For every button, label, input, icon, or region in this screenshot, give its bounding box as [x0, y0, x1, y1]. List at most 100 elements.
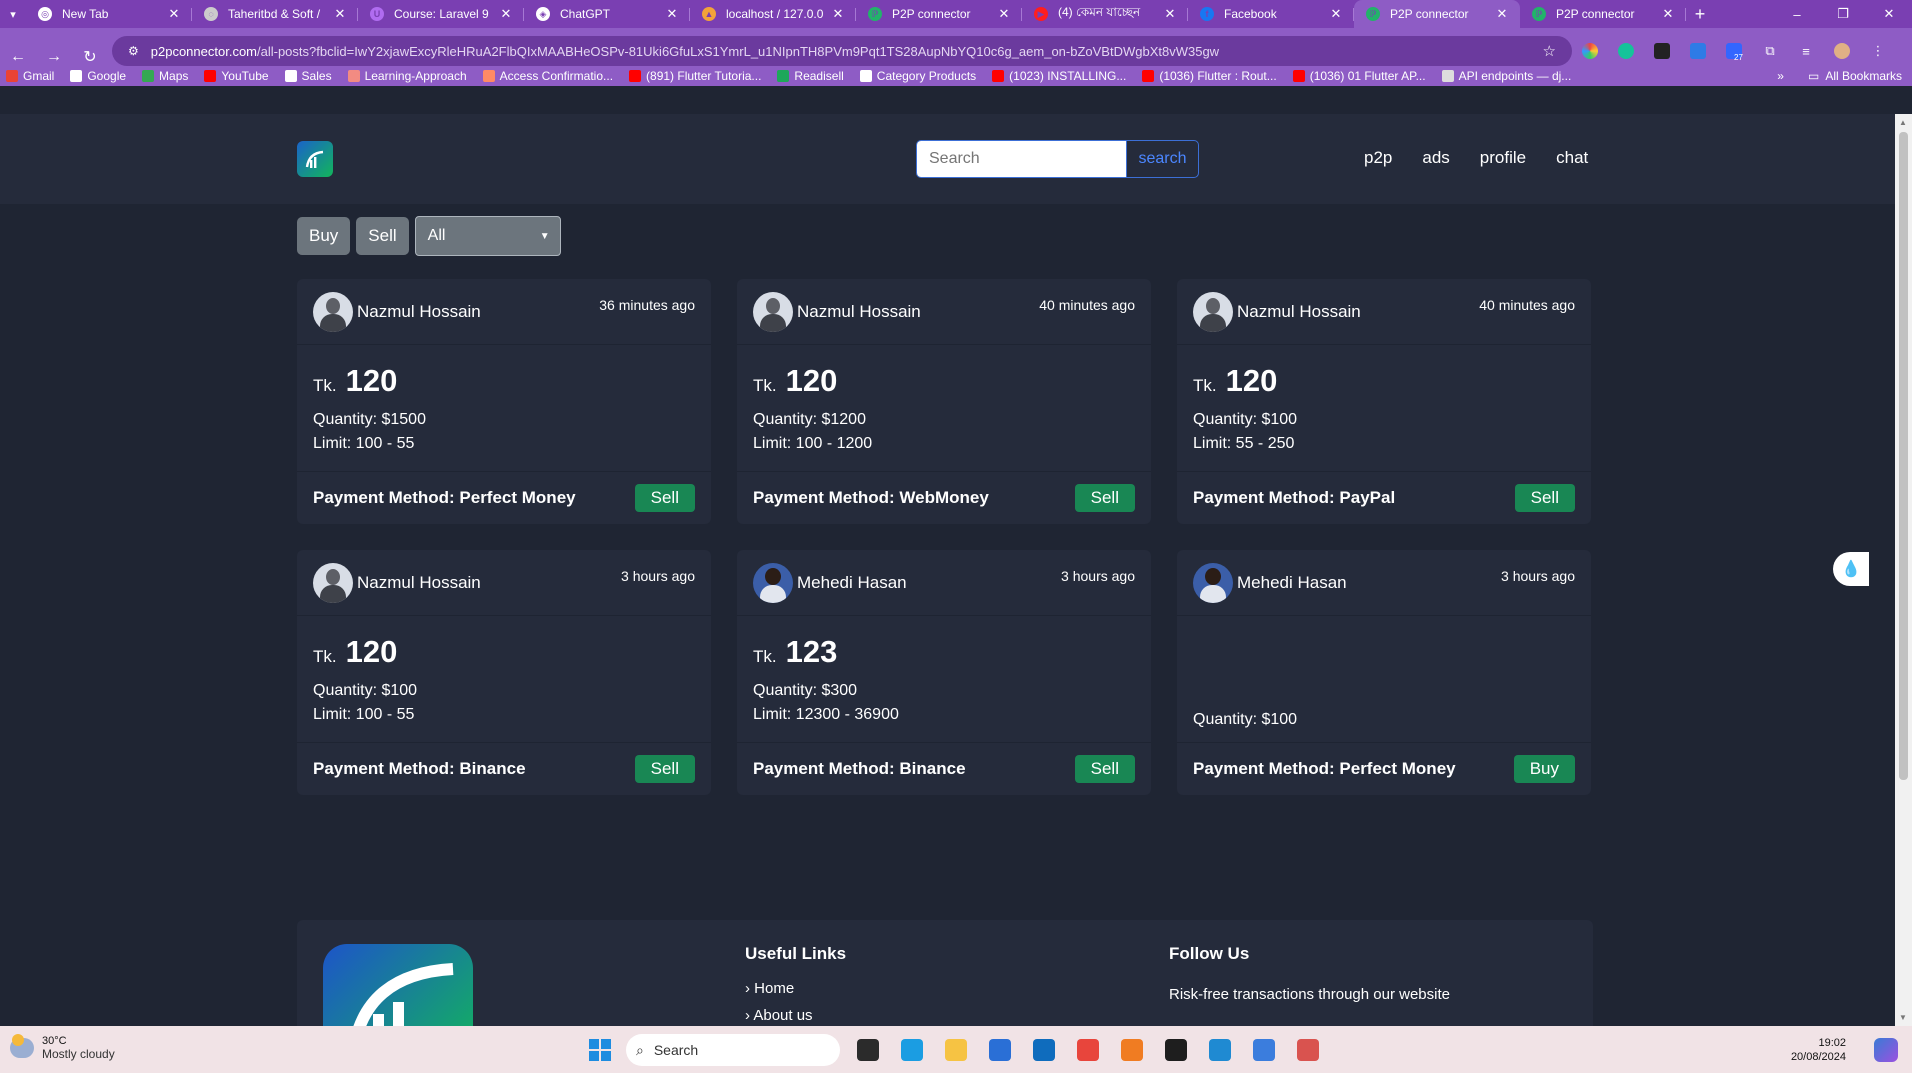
- bookmark-item[interactable]: Maps: [142, 69, 188, 83]
- site-logo[interactable]: [297, 141, 333, 177]
- bookmark-item[interactable]: (891) Flutter Tutoria...: [629, 69, 761, 83]
- bookmark-item[interactable]: (1036) 01 Flutter AP...: [1292, 69, 1426, 83]
- post-action-button[interactable]: Sell: [1514, 484, 1575, 512]
- bookmark-star-icon[interactable]: ☆: [1543, 42, 1556, 60]
- windows-start-icon[interactable]: [582, 1033, 618, 1067]
- all-bookmarks-folder[interactable]: ▭ All Bookmarks: [1808, 69, 1902, 83]
- post-username[interactable]: Mehedi Hasan: [797, 573, 907, 593]
- edge-icon[interactable]: [894, 1033, 930, 1067]
- close-tab-icon[interactable]: ✕: [498, 6, 514, 22]
- extensions-puzzle-icon[interactable]: ⧉: [1752, 43, 1788, 59]
- bookmark-item[interactable]: Learning-Approach: [347, 69, 467, 83]
- post-username[interactable]: Nazmul Hossain: [357, 573, 481, 593]
- close-window-icon[interactable]: ✕: [1866, 0, 1912, 28]
- profile-avatar[interactable]: [1824, 43, 1860, 59]
- close-tab-icon[interactable]: ✕: [1328, 6, 1344, 22]
- filter-sell-button[interactable]: Sell: [356, 217, 409, 255]
- floating-drop-icon[interactable]: 💧: [1833, 552, 1869, 586]
- close-tab-icon[interactable]: ✕: [1162, 6, 1178, 22]
- tab-search-media-icon[interactable]: ≡: [1788, 44, 1824, 59]
- post-action-button[interactable]: Sell: [1074, 755, 1135, 783]
- post-action-button[interactable]: Sell: [634, 755, 695, 783]
- more-bookmarks-icon[interactable]: »: [1777, 69, 1784, 83]
- nav-ads[interactable]: ads: [1422, 148, 1449, 168]
- browser-tab[interactable]: ℙ P2P connector ✕: [1520, 0, 1686, 28]
- restore-icon[interactable]: ❐: [1820, 0, 1866, 28]
- bookmark-item[interactable]: API endpoints — dj...: [1441, 69, 1571, 83]
- taskbar-search[interactable]: ⌕ Search: [626, 1034, 840, 1066]
- post-action-button[interactable]: Sell: [1074, 484, 1135, 512]
- post-username[interactable]: Nazmul Hossain: [1237, 302, 1361, 322]
- forward-icon[interactable]: →: [36, 48, 72, 66]
- avatar[interactable]: [313, 562, 353, 603]
- vscode-icon[interactable]: [1202, 1033, 1238, 1067]
- terminal-icon[interactable]: [1158, 1033, 1194, 1067]
- close-tab-icon[interactable]: ✕: [664, 6, 680, 22]
- nav-p2p[interactable]: p2p: [1364, 148, 1392, 168]
- scroll-down-icon[interactable]: ▼: [1899, 1013, 1907, 1022]
- payment-filter-select[interactable]: All ▼: [414, 216, 561, 256]
- post-username[interactable]: Nazmul Hossain: [797, 302, 921, 322]
- file-manager-icon[interactable]: [850, 1033, 886, 1067]
- bookmark-item[interactable]: Access Confirmatio...: [482, 69, 613, 83]
- extension-badge-icon[interactable]: 27: [1716, 43, 1752, 62]
- close-tab-icon[interactable]: ✕: [1494, 6, 1510, 22]
- browser-tab[interactable]: ℙ P2P connector ✕: [856, 0, 1022, 28]
- browser-tab[interactable]: ▲ localhost / 127.0.0 ✕: [690, 0, 856, 28]
- close-tab-icon[interactable]: ✕: [166, 6, 182, 22]
- search-button[interactable]: search: [1126, 141, 1198, 177]
- folder-icon[interactable]: [938, 1033, 974, 1067]
- notepad-icon[interactable]: [1246, 1033, 1282, 1067]
- browser-tab[interactable]: ◌ Taheritbd & Soft / ✕: [192, 0, 358, 28]
- close-tab-icon[interactable]: ✕: [332, 6, 348, 22]
- close-tab-icon[interactable]: ✕: [996, 6, 1012, 22]
- browser-tab[interactable]: ▶ (4) কেমন যাচ্ছেন ✕: [1022, 0, 1188, 28]
- bookmark-item[interactable]: Gmail: [6, 69, 54, 83]
- browser-tab[interactable]: f Facebook ✕: [1188, 0, 1354, 28]
- weather-widget[interactable]: 30°C Mostly cloudy: [10, 1034, 115, 1061]
- scroll-thumb[interactable]: [1899, 132, 1908, 780]
- close-tab-icon[interactable]: ✕: [830, 6, 846, 22]
- avatar[interactable]: [753, 291, 793, 332]
- site-info-icon[interactable]: ⚙: [128, 44, 139, 58]
- new-tab-button[interactable]: +: [1686, 0, 1714, 28]
- avatar[interactable]: [1193, 291, 1233, 332]
- avatar[interactable]: [313, 291, 353, 332]
- post-username[interactable]: Nazmul Hossain: [357, 302, 481, 322]
- browser-menu-icon[interactable]: ⋮: [1860, 43, 1896, 59]
- back-icon[interactable]: ←: [0, 48, 36, 66]
- browser-tab[interactable]: ℙ P2P connector ✕: [1354, 0, 1520, 28]
- system-clock[interactable]: 19:02 20/08/2024: [1791, 1036, 1846, 1064]
- filter-buy-button[interactable]: Buy: [297, 217, 351, 255]
- browser-tab[interactable]: ◈ ChatGPT ✕: [524, 0, 690, 28]
- browser-tab[interactable]: ◎ New Tab ✕: [26, 0, 192, 28]
- avatar[interactable]: [1193, 562, 1233, 603]
- fi-extension-icon[interactable]: [1680, 43, 1716, 59]
- bookmark-item[interactable]: YouTube: [204, 69, 269, 83]
- color-picker-extension-icon[interactable]: [1572, 43, 1608, 59]
- nav-profile[interactable]: profile: [1480, 148, 1526, 168]
- post-action-button[interactable]: Buy: [1513, 755, 1575, 783]
- bookmark-item[interactable]: Google: [70, 69, 126, 83]
- post-username[interactable]: Mehedi Hasan: [1237, 573, 1347, 593]
- nav-chat[interactable]: chat: [1556, 148, 1588, 168]
- browser-tab[interactable]: U Course: Laravel 9 ✕: [358, 0, 524, 28]
- store-icon[interactable]: [982, 1033, 1018, 1067]
- post-action-button[interactable]: Sell: [634, 484, 695, 512]
- tab-search-icon[interactable]: ▾: [0, 0, 26, 28]
- font-extension-icon[interactable]: [1644, 43, 1680, 59]
- address-bar[interactable]: ⚙ p2pconnector.com/all-posts?fbclid=IwY2…: [112, 36, 1572, 66]
- minimize-icon[interactable]: –: [1774, 0, 1820, 28]
- chrome-icon[interactable]: [1070, 1033, 1106, 1067]
- scroll-up-icon[interactable]: ▲: [1899, 118, 1907, 127]
- reload-icon[interactable]: ↻: [72, 47, 108, 67]
- url-text[interactable]: p2pconnector.com/all-posts?fbclid=IwY2xj…: [151, 44, 1543, 59]
- avatar[interactable]: [753, 562, 793, 603]
- copilot-icon[interactable]: [1874, 1038, 1898, 1062]
- outlook-icon[interactable]: [1026, 1033, 1062, 1067]
- xampp-icon[interactable]: [1114, 1033, 1150, 1067]
- bookmark-item[interactable]: Readisell: [777, 69, 844, 83]
- bookmark-item[interactable]: Sales: [284, 69, 332, 83]
- footer-link-about[interactable]: › About us: [745, 1007, 846, 1024]
- bookmark-item[interactable]: (1023) INSTALLING...: [992, 69, 1126, 83]
